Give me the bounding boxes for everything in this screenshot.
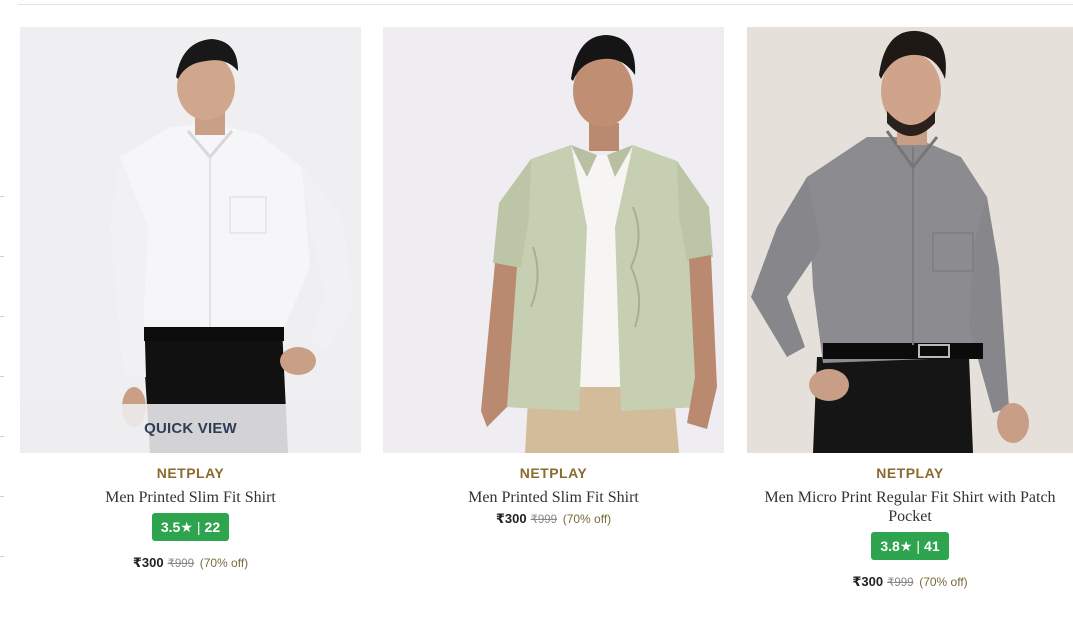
- product-name[interactable]: Men Printed Slim Fit Shirt: [383, 488, 724, 507]
- discount: (70% off): [562, 512, 612, 526]
- quick-view-button[interactable]: QUICK VIEW: [20, 404, 361, 453]
- star-icon: ★: [180, 519, 193, 535]
- model-white-shirt-illustration: [110, 39, 354, 453]
- rating-badge: 3.5★ | 22: [151, 513, 230, 541]
- mrp: ₹999: [167, 558, 195, 570]
- model-grey-shirt-illustration: [751, 30, 1029, 453]
- rating-value: 3.5: [160, 519, 181, 535]
- edge-tick: [0, 256, 4, 257]
- edge-tick: [0, 316, 4, 317]
- price: ₹300: [132, 555, 164, 570]
- product-card[interactable]: QUICK VIEW NETPLAY Men Printed Slim Fit …: [20, 27, 361, 571]
- edge-tick: [0, 436, 4, 437]
- price: ₹300: [495, 511, 527, 526]
- review-count: 41: [924, 538, 940, 554]
- review-count: 22: [204, 519, 221, 535]
- price: ₹300: [852, 574, 884, 589]
- model-green-shirt-illustration: [481, 35, 717, 453]
- rating-separator: |: [916, 538, 921, 554]
- star-icon: ★: [899, 538, 913, 554]
- mrp: ₹999: [530, 514, 558, 526]
- edge-tick: [0, 376, 4, 377]
- edge-tick: [0, 556, 4, 557]
- product-card[interactable]: NETPLAY Men Micro Print Regular Fit Shir…: [747, 27, 1073, 590]
- product-image[interactable]: QUICK VIEW: [20, 27, 361, 453]
- brand-name: NETPLAY: [156, 465, 225, 481]
- discount: (70% off): [199, 556, 249, 570]
- price-row: ₹300 ₹999 (70% off): [20, 555, 361, 571]
- rating-value: 3.8: [880, 538, 900, 554]
- product-name[interactable]: Men Micro Print Regular Fit Shirt with P…: [747, 488, 1073, 526]
- brand-name: NETPLAY: [519, 465, 588, 481]
- discount: (70% off): [919, 575, 968, 589]
- mrp: ₹999: [887, 577, 914, 589]
- price-row: ₹300 ₹999 (70% off): [383, 511, 724, 527]
- edge-tick: [0, 196, 4, 197]
- edge-tick: [0, 496, 4, 497]
- top-divider: [18, 4, 1073, 5]
- rating-badge: 3.8★ | 41: [871, 532, 949, 560]
- price-row: ₹300 ₹999 (70% off): [747, 574, 1073, 590]
- product-name[interactable]: Men Printed Slim Fit Shirt: [20, 488, 361, 507]
- product-image[interactable]: [747, 27, 1073, 453]
- product-card[interactable]: NETPLAY Men Printed Slim Fit Shirt ₹300 ₹…: [383, 27, 724, 527]
- brand-name: NETPLAY: [876, 465, 944, 481]
- product-image[interactable]: [383, 27, 724, 453]
- rating-separator: |: [196, 519, 201, 535]
